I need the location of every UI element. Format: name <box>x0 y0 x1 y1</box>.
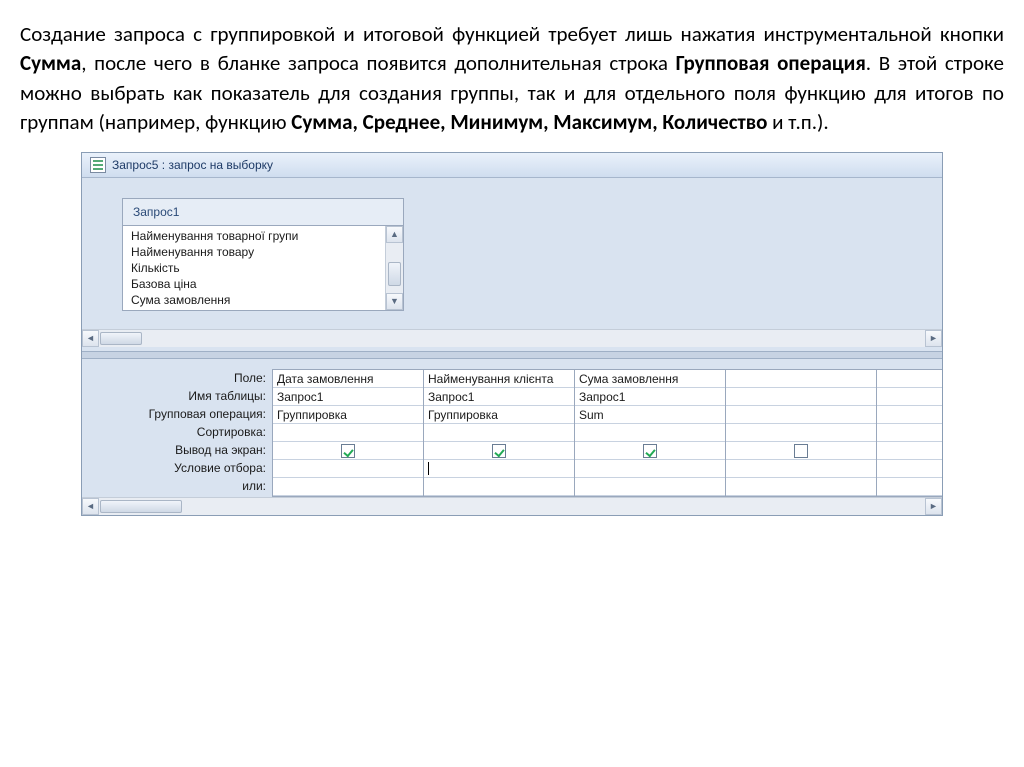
scroll-down-icon[interactable]: ▼ <box>386 293 403 310</box>
cell-table[interactable]: Запрос1 <box>424 388 574 406</box>
cell-table[interactable]: Запрос1 <box>575 388 725 406</box>
grid-column[interactable]: Найменування клієнта Запрос1 Группировка <box>424 370 575 496</box>
rowlabel-or: или: <box>82 477 266 495</box>
checkbox-icon[interactable] <box>341 444 355 458</box>
grid-trailing <box>877 370 942 496</box>
cell-sort[interactable] <box>575 424 725 442</box>
cell-criteria[interactable] <box>273 460 423 478</box>
cell-or[interactable] <box>726 478 876 496</box>
tables-pane-hscroll[interactable]: ◄ ► <box>82 329 942 347</box>
grid-columns: Дата замовлення Запрос1 Группировка Найм… <box>272 369 942 497</box>
cell-criteria[interactable] <box>424 460 574 478</box>
cell-sort[interactable] <box>273 424 423 442</box>
scroll-right-icon[interactable]: ► <box>925 498 942 515</box>
intro-paragraph: Создание запроса с группировкой и итогов… <box>20 20 1004 138</box>
scroll-thumb[interactable] <box>100 500 182 513</box>
row-labels: Поле: Имя таблицы: Групповая операция: С… <box>82 369 272 497</box>
rowlabel-groupop: Групповая операция: <box>82 405 266 423</box>
scroll-right-icon[interactable]: ► <box>925 330 942 347</box>
cell-criteria[interactable] <box>726 460 876 478</box>
cell-field[interactable]: Дата замовлення <box>273 370 423 388</box>
cell-show[interactable] <box>575 442 725 460</box>
cell-groupop[interactable] <box>726 406 876 424</box>
intro-bold-groupop: Групповая операция <box>676 50 866 76</box>
grid-column-empty[interactable] <box>726 370 877 496</box>
grid-hscroll[interactable]: ◄ ► <box>82 497 942 515</box>
tables-pane: Запрос1 Найменування товарної групи Найм… <box>82 178 942 351</box>
cell-field[interactable]: Сума замовлення <box>575 370 725 388</box>
cell-groupop[interactable]: Группировка <box>424 406 574 424</box>
rowlabel-field: Поле: <box>82 369 266 387</box>
cell-field[interactable]: Найменування клієнта <box>424 370 574 388</box>
field-item[interactable]: Сума замовлення <box>123 292 403 308</box>
cell-show[interactable] <box>273 442 423 460</box>
field-item[interactable]: Базова ціна <box>123 276 403 292</box>
intro-text: и т.п.). <box>767 109 828 135</box>
intro-text: , после чего в бланке запроса появится д… <box>81 50 675 76</box>
rowlabel-table: Имя таблицы: <box>82 387 266 405</box>
cell-sort[interactable] <box>424 424 574 442</box>
source-table-title: Запрос1 <box>123 199 403 226</box>
cell-sort[interactable] <box>726 424 876 442</box>
cell-groupop[interactable]: Группировка <box>273 406 423 424</box>
scroll-up-icon[interactable]: ▲ <box>386 226 403 243</box>
checkbox-icon[interactable] <box>643 444 657 458</box>
rowlabel-criteria: Условие отбора: <box>82 459 266 477</box>
intro-bold-summa: Сумма <box>20 50 81 76</box>
scroll-thumb[interactable] <box>388 262 401 286</box>
scroll-left-icon[interactable]: ◄ <box>82 498 99 515</box>
scroll-left-icon[interactable]: ◄ <box>82 330 99 347</box>
grid-column[interactable]: Дата замовлення Запрос1 Группировка <box>272 370 424 496</box>
qbe-grid: Поле: Имя таблицы: Групповая операция: С… <box>82 359 942 497</box>
cell-show[interactable] <box>726 442 876 460</box>
titlebar: Запрос5 : запрос на выборку <box>82 153 942 178</box>
rowlabel-show: Вывод на экран: <box>82 441 266 459</box>
checkbox-icon[interactable] <box>794 444 808 458</box>
cell-or[interactable] <box>273 478 423 496</box>
window-title: Запрос5 : запрос на выборку <box>112 158 273 172</box>
intro-text: Создание запроса с группировкой и итогов… <box>20 21 1004 47</box>
cell-or[interactable] <box>575 478 725 496</box>
scroll-thumb[interactable] <box>100 332 142 345</box>
cell-or[interactable] <box>424 478 574 496</box>
field-item[interactable]: Найменування товарної групи <box>123 228 403 244</box>
source-table-box[interactable]: Запрос1 Найменування товарної групи Найм… <box>122 198 404 311</box>
query-icon <box>90 157 106 173</box>
field-item[interactable]: Найменування товару <box>123 244 403 260</box>
checkbox-icon[interactable] <box>492 444 506 458</box>
query-designer-window: Запрос5 : запрос на выборку Запрос1 Найм… <box>81 152 943 516</box>
cell-table[interactable]: Запрос1 <box>273 388 423 406</box>
cell-table[interactable] <box>726 388 876 406</box>
rowlabel-sort: Сортировка: <box>82 423 266 441</box>
cell-field[interactable] <box>726 370 876 388</box>
cell-groupop[interactable]: Sum <box>575 406 725 424</box>
intro-bold-functions: Сумма, Среднее, Минимум, Максимум, Колич… <box>291 109 767 135</box>
cell-show[interactable] <box>424 442 574 460</box>
field-list-scrollbar[interactable]: ▲ ▼ <box>385 226 403 310</box>
grid-column[interactable]: Сума замовлення Запрос1 Sum <box>575 370 726 496</box>
field-list[interactable]: Найменування товарної групи Найменування… <box>123 226 403 310</box>
field-item[interactable]: Кількість <box>123 260 403 276</box>
cell-criteria[interactable] <box>575 460 725 478</box>
pane-splitter[interactable] <box>82 351 942 359</box>
